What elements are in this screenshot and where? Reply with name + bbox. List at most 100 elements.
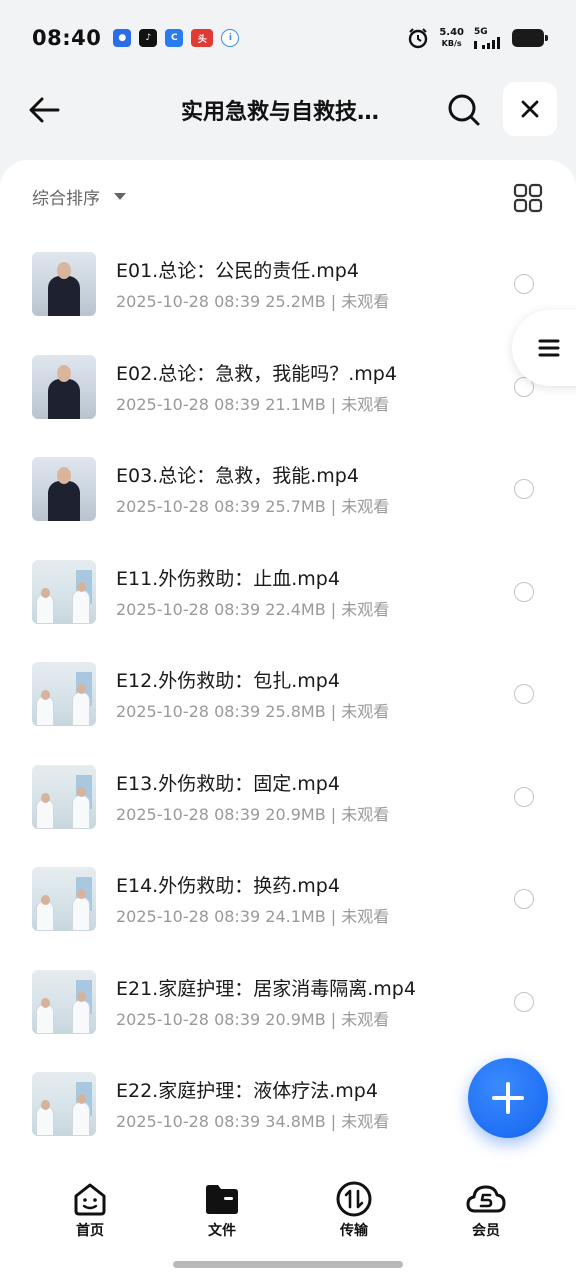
file-name: E14.外伤救助：换药.mp4 bbox=[116, 875, 340, 897]
home-indicator[interactable] bbox=[173, 1261, 403, 1268]
file-name: E13.外伤救助：固定.mp4 bbox=[116, 772, 340, 795]
file-row[interactable]: E03.总论：急救，我能.mp4 2025-10-28 08:39 25.7MB … bbox=[0, 437, 576, 540]
file-row[interactable]: E02.总论：急救，我能吗？.mp4 2025-10-28 08:39 21.1M… bbox=[0, 335, 576, 438]
doctor-head bbox=[41, 997, 50, 1008]
file-row[interactable]: E21.家庭护理：居家消毒隔离.mp4 2025-10-28 08:39 20.9… bbox=[0, 950, 576, 1053]
select-radio[interactable] bbox=[514, 889, 534, 909]
file-name: E03.总论：急救，我能.mp4 bbox=[116, 465, 359, 487]
file-name: E22.家庭护理：液体疗法.mp4 bbox=[116, 1080, 378, 1102]
back-button[interactable] bbox=[24, 90, 64, 130]
video-thumbnail bbox=[32, 559, 96, 624]
vip-cloud-icon bbox=[466, 1185, 506, 1213]
lecturer-head bbox=[57, 262, 71, 279]
doctor-head bbox=[77, 889, 86, 899]
search-button[interactable] bbox=[444, 90, 484, 130]
sort-dropdown[interactable]: 综合排序 bbox=[32, 184, 126, 209]
doctor-figure bbox=[36, 1106, 54, 1136]
select-radio[interactable] bbox=[514, 991, 534, 1012]
file-meta: 2025-10-28 08:39 22.4MB | 未观看 bbox=[116, 599, 390, 619]
net-speed-value: 5.40 bbox=[439, 27, 464, 38]
file-meta: 2025-10-28 08:39 25.8MB | 未观看 bbox=[116, 702, 390, 721]
file-row[interactable]: E14.外伤救助：换药.mp4 2025-10-28 08:39 24.1MB |… bbox=[0, 847, 576, 950]
ifly-icon: i bbox=[221, 29, 240, 47]
doctor-figure bbox=[72, 999, 90, 1034]
sort-label: 综合排序 bbox=[32, 189, 100, 209]
status-bar: 08:40 ● ♪ C 头 i 5.40 KB/s 5G bbox=[0, 0, 576, 76]
video-thumbnail bbox=[32, 867, 96, 931]
toutiao-icon: 头 bbox=[191, 29, 214, 47]
nav-transfer[interactable]: 传输 bbox=[314, 1180, 394, 1240]
menu-icon bbox=[538, 339, 560, 357]
lecturer-head bbox=[57, 364, 71, 382]
video-thumbnail bbox=[32, 354, 96, 419]
close-button[interactable] bbox=[503, 82, 557, 136]
doctor-head bbox=[41, 895, 50, 905]
signal-type: 5G bbox=[474, 27, 488, 37]
file-meta: 2025-10-28 08:39 24.1MB | 未观看 bbox=[116, 907, 390, 926]
doctor-head bbox=[41, 792, 50, 803]
status-app-icons: ● ♪ C 头 i bbox=[113, 29, 240, 47]
plus-icon bbox=[492, 1082, 524, 1114]
nav-vip[interactable]: 会员 bbox=[446, 1180, 526, 1240]
select-radio[interactable] bbox=[514, 274, 534, 294]
lecturer-figure bbox=[48, 276, 80, 316]
file-row[interactable]: E01.总论：公民的责任.mp4 2025-10-28 08:39 25.2MB … bbox=[0, 232, 576, 335]
file-meta: 2025-10-28 08:39 20.9MB | 未观看 bbox=[116, 804, 390, 824]
doctor-figure bbox=[72, 897, 90, 931]
file-meta: 2025-10-28 08:39 25.2MB | 未观看 bbox=[116, 292, 390, 311]
doctor-head bbox=[41, 1100, 50, 1110]
nav-files[interactable]: 文件 bbox=[182, 1180, 262, 1240]
signal-bars-icon bbox=[474, 37, 500, 49]
lecturer-figure bbox=[48, 481, 80, 521]
file-meta: 2025-10-28 08:39 21.1MB | 未观看 bbox=[116, 394, 390, 414]
doctor-head bbox=[41, 690, 50, 700]
doctor-figure bbox=[72, 1102, 90, 1136]
select-radio[interactable] bbox=[514, 479, 534, 499]
add-button[interactable] bbox=[468, 1058, 548, 1138]
file-row[interactable]: E13.外伤救助：固定.mp4 2025-10-28 08:39 20.9MB |… bbox=[0, 745, 576, 848]
lecturer-figure bbox=[48, 378, 80, 419]
select-radio[interactable] bbox=[514, 684, 534, 704]
chevron-down-icon bbox=[114, 193, 126, 200]
header: 实用急救与自救技… bbox=[0, 76, 576, 142]
file-meta: 2025-10-28 08:39 25.7MB | 未观看 bbox=[116, 497, 390, 516]
file-name: E21.家庭护理：居家消毒隔离.mp4 bbox=[116, 977, 416, 1000]
nav-home[interactable]: 首页 bbox=[50, 1180, 130, 1240]
video-thumbnail bbox=[32, 457, 96, 521]
doctor-head bbox=[77, 991, 86, 1002]
page-title: 实用急救与自救技… bbox=[180, 100, 379, 125]
tiktok-icon: ♪ bbox=[139, 29, 158, 47]
grid-view-button[interactable] bbox=[512, 182, 544, 214]
doctor-head bbox=[77, 1094, 86, 1104]
file-row[interactable]: E12.外伤救助：包扎.mp4 2025-10-28 08:39 25.8MB |… bbox=[0, 642, 576, 745]
video-thumbnail bbox=[32, 764, 96, 829]
net-speed: 5.40 KB/s bbox=[439, 27, 464, 49]
file-name: E11.外伤救助：止血.mp4 bbox=[116, 567, 340, 590]
doctor-figure bbox=[72, 692, 90, 726]
video-thumbnail bbox=[32, 1072, 96, 1136]
file-row[interactable]: E11.外伤救助：止血.mp4 2025-10-28 08:39 22.4MB |… bbox=[0, 540, 576, 643]
net-speed-unit: KB/s bbox=[441, 39, 462, 48]
close-icon bbox=[521, 100, 539, 118]
search-icon bbox=[448, 94, 480, 126]
select-radio[interactable] bbox=[514, 581, 534, 602]
doctor-figure bbox=[36, 1003, 54, 1034]
folder-icon bbox=[206, 1185, 238, 1214]
doctor-figure bbox=[36, 798, 54, 829]
nav-transfer-label: 传输 bbox=[340, 1223, 368, 1239]
grid-view-icon bbox=[513, 183, 543, 213]
signal-indicator: 5G bbox=[474, 27, 502, 49]
battery-icon bbox=[512, 29, 548, 47]
status-time: 08:40 bbox=[32, 26, 102, 50]
video-thumbnail bbox=[32, 969, 96, 1034]
select-radio[interactable] bbox=[514, 786, 534, 807]
alarm-icon bbox=[409, 28, 428, 49]
browser-icon: C bbox=[165, 29, 184, 47]
video-thumbnail bbox=[32, 252, 96, 316]
doctor-head bbox=[77, 786, 86, 797]
baidu-netdisk-icon: ● bbox=[113, 29, 132, 47]
home-face-icon bbox=[74, 1183, 106, 1216]
doctor-figure bbox=[72, 794, 90, 829]
doctor-figure bbox=[36, 901, 54, 931]
file-list: E01.总论：公民的责任.mp4 2025-10-28 08:39 25.2MB … bbox=[0, 232, 576, 1155]
